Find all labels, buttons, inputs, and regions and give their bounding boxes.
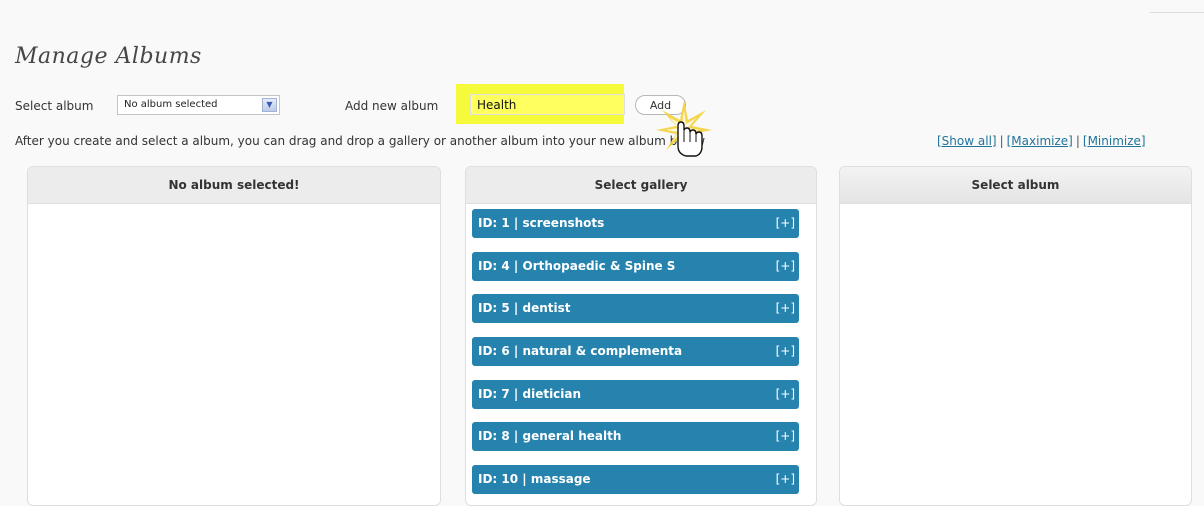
gallery-item[interactable]: ID: 7 | dietician [+] bbox=[472, 379, 799, 409]
gallery-item[interactable]: ID: 6 | natural & complementa [+] bbox=[472, 337, 799, 367]
view-links: [Show all] | [Maximize] | [Minimize] bbox=[937, 134, 1146, 148]
add-new-album-label: Add new album bbox=[345, 99, 439, 113]
gallery-item-label: ID: 5 | dentist bbox=[478, 301, 571, 316]
minimize-link[interactable]: [Minimize] bbox=[1083, 134, 1146, 148]
add-gallery-button[interactable]: [+] bbox=[776, 252, 795, 281]
link-separator: | bbox=[999, 134, 1004, 148]
gallery-item-label: ID: 1 | screenshots bbox=[478, 216, 605, 230]
page-title: Manage Albums bbox=[15, 44, 202, 69]
link-separator: | bbox=[1075, 134, 1080, 148]
gallery-item[interactable]: ID: 4 | Orthopaedic & Spine S [+] bbox=[472, 251, 799, 281]
window-edge-line bbox=[1150, 12, 1204, 13]
hint-row: After you create and select a album, you… bbox=[15, 134, 1204, 150]
gallery-item-label: ID: 7 | dietician bbox=[478, 386, 582, 401]
panel-header: Select gallery bbox=[466, 167, 816, 204]
gallery-item-label: ID: 4 | Orthopaedic & Spine S bbox=[478, 258, 676, 273]
add-gallery-button[interactable]: [+] bbox=[776, 209, 795, 238]
gallery-item[interactable]: ID: 10 | massage [+] bbox=[472, 465, 799, 495]
add-gallery-button[interactable]: [+] bbox=[776, 337, 795, 366]
gallery-item[interactable]: ID: 1 | screenshots [+] bbox=[472, 209, 799, 238]
add-gallery-button[interactable]: [+] bbox=[776, 465, 795, 494]
gallery-item[interactable]: ID: 5 | dentist [+] bbox=[472, 294, 799, 324]
select-album-label: Select album bbox=[15, 99, 94, 113]
show-all-link[interactable]: [Show all] bbox=[937, 134, 997, 148]
panel-header: Select album bbox=[840, 167, 1191, 204]
drag-drop-hint: After you create and select a album, you… bbox=[15, 134, 706, 148]
album-select-value: No album selected bbox=[124, 99, 218, 110]
selected-album-panel: No album selected! bbox=[27, 166, 441, 506]
gallery-item-label: ID: 10 | massage bbox=[478, 472, 591, 487]
gallery-list: ID: 1 | screenshots [+] ID: 4 | Orthopaed… bbox=[472, 209, 799, 505]
album-controls-row: Select album No album selected ▼ Add new… bbox=[15, 84, 1204, 124]
chevron-down-icon[interactable]: ▼ bbox=[262, 98, 277, 112]
gallery-item-label: ID: 6 | natural & complementa bbox=[478, 344, 683, 359]
select-gallery-panel: Select gallery ID: 1 | screenshots [+] ID… bbox=[465, 166, 817, 506]
hand-pointer-icon bbox=[656, 100, 712, 158]
select-album-panel: Select album bbox=[839, 166, 1192, 506]
maximize-link[interactable]: [Maximize] bbox=[1007, 134, 1073, 148]
panel-header: No album selected! bbox=[28, 167, 440, 204]
gallery-item[interactable]: ID: 8 | general health [+] bbox=[472, 422, 799, 452]
add-gallery-button[interactable]: [+] bbox=[776, 294, 795, 323]
album-select-dropdown[interactable]: No album selected ▼ bbox=[117, 95, 280, 115]
add-gallery-button[interactable]: [+] bbox=[776, 380, 795, 409]
add-gallery-button[interactable]: [+] bbox=[776, 422, 795, 451]
new-album-input[interactable] bbox=[470, 94, 625, 115]
gallery-item-label: ID: 8 | general health bbox=[478, 429, 622, 444]
